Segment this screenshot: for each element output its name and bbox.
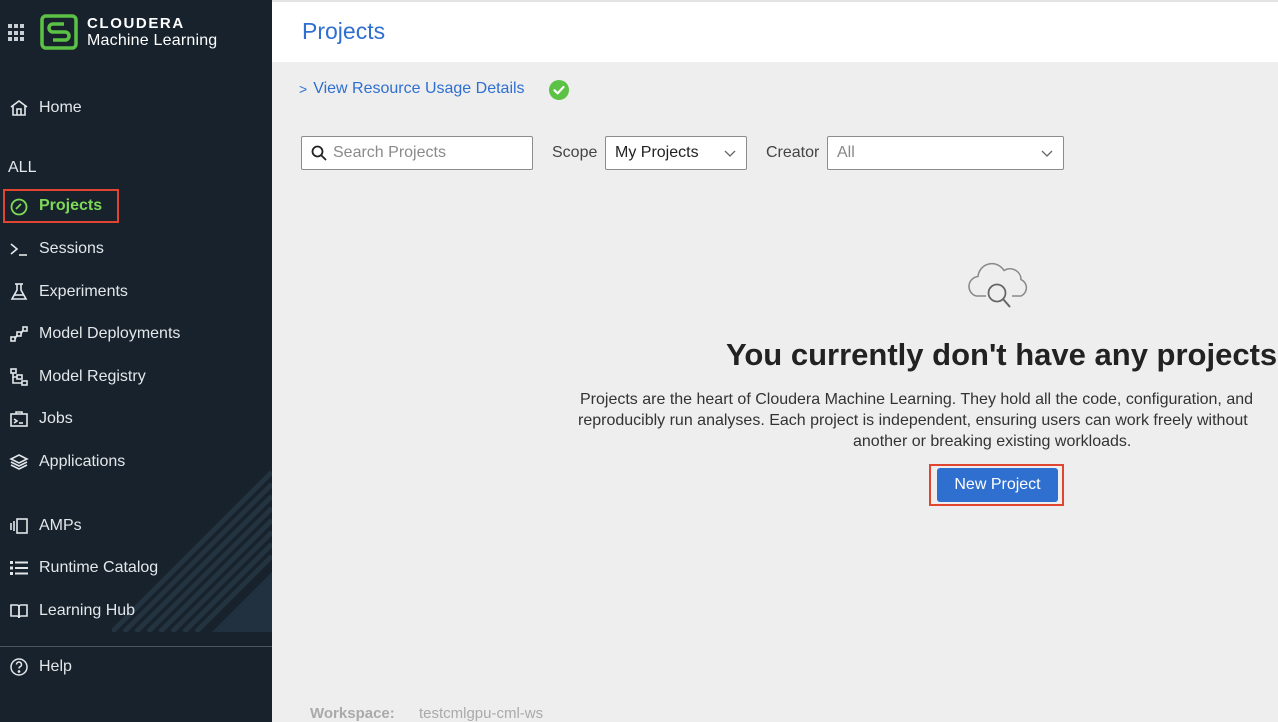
scope-select[interactable]: My Projects: [605, 136, 747, 170]
empty-state-desc-line: Projects are the heart of Cloudera Machi…: [580, 391, 1254, 408]
sidebar-item-label: Home: [39, 99, 82, 116]
sidebar-item-label: Model Deployments: [39, 325, 181, 342]
new-project-button[interactable]: New Project: [937, 468, 1058, 502]
sidebar-item-label: Help: [39, 658, 72, 675]
jobs-icon: [7, 409, 31, 429]
brand-name: CLOUDERA: [87, 14, 185, 32]
sidebar-item-label: Model Registry: [39, 368, 146, 385]
list-icon: [7, 558, 31, 578]
sidebar-item-projects[interactable]: Projects: [0, 189, 102, 223]
search-icon: [311, 145, 327, 161]
resource-link-label: View Resource Usage Details: [313, 80, 525, 97]
check-circle-icon: [549, 80, 569, 100]
chevron-right-icon: >: [299, 81, 308, 97]
search-input[interactable]: [333, 144, 513, 162]
empty-state-title: You currently don't have any projects: [726, 337, 1278, 372]
sidebar-item-label: Learning Hub: [39, 602, 136, 619]
workspace-label: Workspace:: [310, 705, 395, 722]
help-icon: [7, 657, 31, 677]
flask-icon: [7, 282, 31, 302]
decorative-stripes: [112, 470, 272, 632]
brand-product: Machine Learning: [87, 31, 218, 49]
scope-select-value: My Projects: [615, 144, 699, 161]
sidebar-item-home[interactable]: Home: [0, 91, 82, 125]
search-projects-field[interactable]: [301, 136, 533, 170]
cloudera-logo-icon: [40, 14, 78, 50]
creator-select[interactable]: All: [827, 136, 1064, 170]
sidebar-divider: [0, 646, 272, 647]
sidebar-item-label: Projects: [39, 197, 103, 214]
chevron-down-icon: [724, 150, 736, 157]
home-icon: [7, 98, 31, 118]
sidebar-item-amps[interactable]: AMPs: [0, 509, 82, 543]
book-icon: [7, 601, 31, 621]
workspace-footer: Workspace: testcmlgpu-cml-ws: [310, 705, 543, 722]
sidebar-item-label: Applications: [39, 453, 126, 470]
view-resource-usage-link[interactable]: > View Resource Usage Details: [299, 80, 525, 98]
cloud-search-icon: [968, 262, 1028, 308]
sidebar-item-label: Sessions: [39, 240, 104, 257]
sidebar-item-runtime-catalog[interactable]: Runtime Catalog: [0, 551, 158, 585]
creator-select-value: All: [837, 144, 855, 161]
sidebar-item-model-deployments[interactable]: Model Deployments: [0, 317, 180, 351]
app-grid-icon[interactable]: [8, 24, 26, 42]
brand-text: CLOUDERA Machine Learning: [87, 15, 217, 50]
gauge-icon: [7, 196, 31, 216]
sidebar-item-help[interactable]: Help: [0, 650, 72, 684]
page-header: Projects: [272, 0, 1278, 62]
terminal-icon: [7, 239, 31, 259]
sidebar-item-jobs[interactable]: Jobs: [0, 402, 73, 436]
sidebar-item-learning-hub[interactable]: Learning Hub: [0, 594, 135, 628]
chevron-down-icon: [1041, 150, 1053, 157]
scope-label: Scope: [552, 144, 598, 161]
sidebar-item-label: Runtime Catalog: [39, 559, 159, 576]
empty-state-desc-line: reproducibly run analyses. Each project …: [578, 412, 1248, 429]
sidebar-item-label: AMPs: [39, 517, 82, 534]
empty-state-description: Projects are the heart of Cloudera Machi…: [560, 389, 1278, 452]
layers-icon: [7, 452, 31, 472]
workspace-value: testcmlgpu-cml-ws: [418, 705, 544, 722]
sidebar-item-applications[interactable]: Applications: [0, 445, 125, 479]
sidebar-item-sessions[interactable]: Sessions: [0, 232, 104, 266]
sidebar-item-experiments[interactable]: Experiments: [0, 275, 128, 309]
sidebar-item-label: Experiments: [39, 283, 128, 300]
empty-state-desc-line: another or breaking existing workloads.: [853, 433, 1132, 450]
sidebar: CLOUDERA Machine Learning Home ALL Proje…: [0, 0, 272, 722]
sidebar-item-model-registry[interactable]: Model Registry: [0, 360, 146, 394]
sidebar-section-all: ALL: [8, 159, 37, 176]
network-icon: [7, 324, 31, 344]
sidebar-item-label: Jobs: [39, 410, 73, 427]
brand: CLOUDERA Machine Learning: [8, 14, 217, 50]
creator-label: Creator: [766, 144, 820, 161]
registry-icon: [7, 367, 31, 387]
page-title: Projects: [302, 18, 386, 44]
amps-icon: [7, 516, 31, 536]
